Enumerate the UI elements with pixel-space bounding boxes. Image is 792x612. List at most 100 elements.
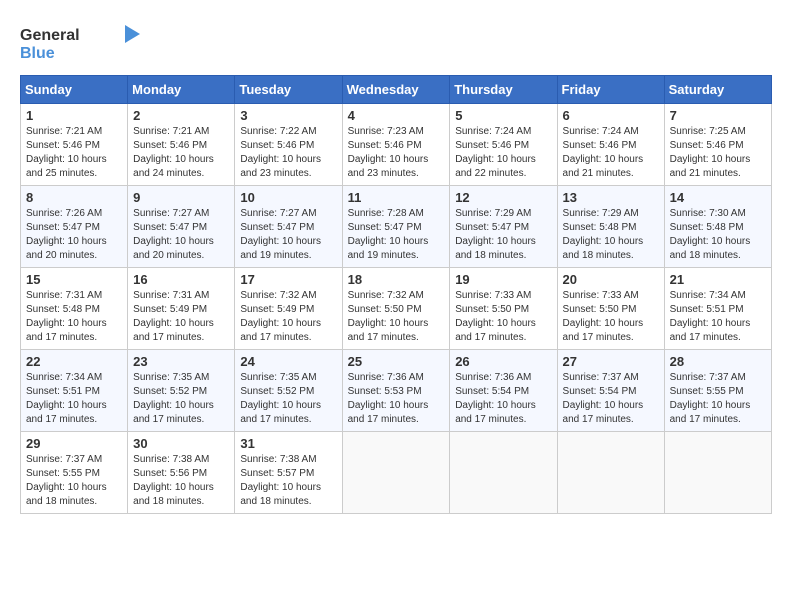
cell-content: Sunrise: 7:34 AMSunset: 5:51 PMDaylight:… <box>670 290 751 343</box>
cell-content: Sunrise: 7:26 AMSunset: 5:47 PMDaylight:… <box>26 208 107 261</box>
weekday-header: Monday <box>128 76 235 104</box>
calendar-cell: 21 Sunrise: 7:34 AMSunset: 5:51 PMDaylig… <box>664 268 771 350</box>
cell-content: Sunrise: 7:33 AMSunset: 5:50 PMDaylight:… <box>455 290 536 343</box>
weekday-header: Wednesday <box>342 76 450 104</box>
header: General Blue <box>20 20 772 65</box>
cell-content: Sunrise: 7:35 AMSunset: 5:52 PMDaylight:… <box>240 372 321 425</box>
cell-content: Sunrise: 7:30 AMSunset: 5:48 PMDaylight:… <box>670 208 751 261</box>
day-number: 2 <box>133 108 229 123</box>
cell-content: Sunrise: 7:22 AMSunset: 5:46 PMDaylight:… <box>240 126 321 179</box>
day-number: 11 <box>348 190 445 205</box>
calendar-cell: 24 Sunrise: 7:35 AMSunset: 5:52 PMDaylig… <box>235 350 342 432</box>
svg-text:General: General <box>20 27 80 44</box>
calendar-cell: 10 Sunrise: 7:27 AMSunset: 5:47 PMDaylig… <box>235 186 342 268</box>
calendar-cell: 30 Sunrise: 7:38 AMSunset: 5:56 PMDaylig… <box>128 432 235 514</box>
calendar-cell <box>450 432 557 514</box>
cell-content: Sunrise: 7:31 AMSunset: 5:48 PMDaylight:… <box>26 290 107 343</box>
calendar-cell: 2 Sunrise: 7:21 AMSunset: 5:46 PMDayligh… <box>128 104 235 186</box>
cell-content: Sunrise: 7:32 AMSunset: 5:50 PMDaylight:… <box>348 290 429 343</box>
day-number: 22 <box>26 354 122 369</box>
cell-content: Sunrise: 7:38 AMSunset: 5:57 PMDaylight:… <box>240 454 321 507</box>
calendar-cell: 6 Sunrise: 7:24 AMSunset: 5:46 PMDayligh… <box>557 104 664 186</box>
day-number: 6 <box>563 108 659 123</box>
calendar-cell: 16 Sunrise: 7:31 AMSunset: 5:49 PMDaylig… <box>128 268 235 350</box>
cell-content: Sunrise: 7:23 AMSunset: 5:46 PMDaylight:… <box>348 126 429 179</box>
day-number: 23 <box>133 354 229 369</box>
day-number: 24 <box>240 354 336 369</box>
calendar-week-row: 22 Sunrise: 7:34 AMSunset: 5:51 PMDaylig… <box>21 350 772 432</box>
cell-content: Sunrise: 7:25 AMSunset: 5:46 PMDaylight:… <box>670 126 751 179</box>
cell-content: Sunrise: 7:24 AMSunset: 5:46 PMDaylight:… <box>563 126 644 179</box>
calendar-week-row: 8 Sunrise: 7:26 AMSunset: 5:47 PMDayligh… <box>21 186 772 268</box>
weekday-header: Thursday <box>450 76 557 104</box>
cell-content: Sunrise: 7:36 AMSunset: 5:53 PMDaylight:… <box>348 372 429 425</box>
day-number: 21 <box>670 272 766 287</box>
cell-content: Sunrise: 7:32 AMSunset: 5:49 PMDaylight:… <box>240 290 321 343</box>
cell-content: Sunrise: 7:29 AMSunset: 5:48 PMDaylight:… <box>563 208 644 261</box>
calendar-cell: 23 Sunrise: 7:35 AMSunset: 5:52 PMDaylig… <box>128 350 235 432</box>
calendar-cell <box>664 432 771 514</box>
cell-content: Sunrise: 7:37 AMSunset: 5:55 PMDaylight:… <box>26 454 107 507</box>
calendar-cell: 31 Sunrise: 7:38 AMSunset: 5:57 PMDaylig… <box>235 432 342 514</box>
day-number: 5 <box>455 108 551 123</box>
day-number: 3 <box>240 108 336 123</box>
cell-content: Sunrise: 7:21 AMSunset: 5:46 PMDaylight:… <box>26 126 107 179</box>
day-number: 14 <box>670 190 766 205</box>
cell-content: Sunrise: 7:24 AMSunset: 5:46 PMDaylight:… <box>455 126 536 179</box>
cell-content: Sunrise: 7:31 AMSunset: 5:49 PMDaylight:… <box>133 290 214 343</box>
calendar-cell: 26 Sunrise: 7:36 AMSunset: 5:54 PMDaylig… <box>450 350 557 432</box>
day-number: 31 <box>240 436 336 451</box>
day-number: 27 <box>563 354 659 369</box>
calendar-cell: 5 Sunrise: 7:24 AMSunset: 5:46 PMDayligh… <box>450 104 557 186</box>
calendar-cell: 3 Sunrise: 7:22 AMSunset: 5:46 PMDayligh… <box>235 104 342 186</box>
cell-content: Sunrise: 7:36 AMSunset: 5:54 PMDaylight:… <box>455 372 536 425</box>
day-number: 19 <box>455 272 551 287</box>
calendar-cell: 7 Sunrise: 7:25 AMSunset: 5:46 PMDayligh… <box>664 104 771 186</box>
calendar-cell: 18 Sunrise: 7:32 AMSunset: 5:50 PMDaylig… <box>342 268 450 350</box>
calendar-cell: 9 Sunrise: 7:27 AMSunset: 5:47 PMDayligh… <box>128 186 235 268</box>
day-number: 7 <box>670 108 766 123</box>
calendar-cell: 8 Sunrise: 7:26 AMSunset: 5:47 PMDayligh… <box>21 186 128 268</box>
calendar-cell <box>342 432 450 514</box>
cell-content: Sunrise: 7:37 AMSunset: 5:54 PMDaylight:… <box>563 372 644 425</box>
day-number: 8 <box>26 190 122 205</box>
calendar-cell: 11 Sunrise: 7:28 AMSunset: 5:47 PMDaylig… <box>342 186 450 268</box>
weekday-header: Tuesday <box>235 76 342 104</box>
weekday-header: Saturday <box>664 76 771 104</box>
calendar-week-row: 1 Sunrise: 7:21 AMSunset: 5:46 PMDayligh… <box>21 104 772 186</box>
calendar-cell: 20 Sunrise: 7:33 AMSunset: 5:50 PMDaylig… <box>557 268 664 350</box>
calendar-cell: 29 Sunrise: 7:37 AMSunset: 5:55 PMDaylig… <box>21 432 128 514</box>
calendar-cell: 15 Sunrise: 7:31 AMSunset: 5:48 PMDaylig… <box>21 268 128 350</box>
calendar-cell: 28 Sunrise: 7:37 AMSunset: 5:55 PMDaylig… <box>664 350 771 432</box>
calendar-cell: 13 Sunrise: 7:29 AMSunset: 5:48 PMDaylig… <box>557 186 664 268</box>
day-number: 29 <box>26 436 122 451</box>
cell-content: Sunrise: 7:28 AMSunset: 5:47 PMDaylight:… <box>348 208 429 261</box>
weekday-header: Sunday <box>21 76 128 104</box>
cell-content: Sunrise: 7:37 AMSunset: 5:55 PMDaylight:… <box>670 372 751 425</box>
calendar-cell: 22 Sunrise: 7:34 AMSunset: 5:51 PMDaylig… <box>21 350 128 432</box>
weekday-header: Friday <box>557 76 664 104</box>
day-number: 30 <box>133 436 229 451</box>
cell-content: Sunrise: 7:35 AMSunset: 5:52 PMDaylight:… <box>133 372 214 425</box>
calendar-cell: 17 Sunrise: 7:32 AMSunset: 5:49 PMDaylig… <box>235 268 342 350</box>
day-number: 26 <box>455 354 551 369</box>
day-number: 15 <box>26 272 122 287</box>
day-number: 9 <box>133 190 229 205</box>
calendar-week-row: 29 Sunrise: 7:37 AMSunset: 5:55 PMDaylig… <box>21 432 772 514</box>
day-number: 13 <box>563 190 659 205</box>
logo: General Blue <box>20 20 140 65</box>
cell-content: Sunrise: 7:29 AMSunset: 5:47 PMDaylight:… <box>455 208 536 261</box>
calendar-cell: 12 Sunrise: 7:29 AMSunset: 5:47 PMDaylig… <box>450 186 557 268</box>
day-number: 4 <box>348 108 445 123</box>
cell-content: Sunrise: 7:33 AMSunset: 5:50 PMDaylight:… <box>563 290 644 343</box>
calendar-week-row: 15 Sunrise: 7:31 AMSunset: 5:48 PMDaylig… <box>21 268 772 350</box>
day-number: 20 <box>563 272 659 287</box>
calendar-cell: 14 Sunrise: 7:30 AMSunset: 5:48 PMDaylig… <box>664 186 771 268</box>
calendar-cell: 25 Sunrise: 7:36 AMSunset: 5:53 PMDaylig… <box>342 350 450 432</box>
day-number: 18 <box>348 272 445 287</box>
cell-content: Sunrise: 7:27 AMSunset: 5:47 PMDaylight:… <box>240 208 321 261</box>
day-number: 16 <box>133 272 229 287</box>
cell-content: Sunrise: 7:38 AMSunset: 5:56 PMDaylight:… <box>133 454 214 507</box>
cell-content: Sunrise: 7:27 AMSunset: 5:47 PMDaylight:… <box>133 208 214 261</box>
day-number: 28 <box>670 354 766 369</box>
